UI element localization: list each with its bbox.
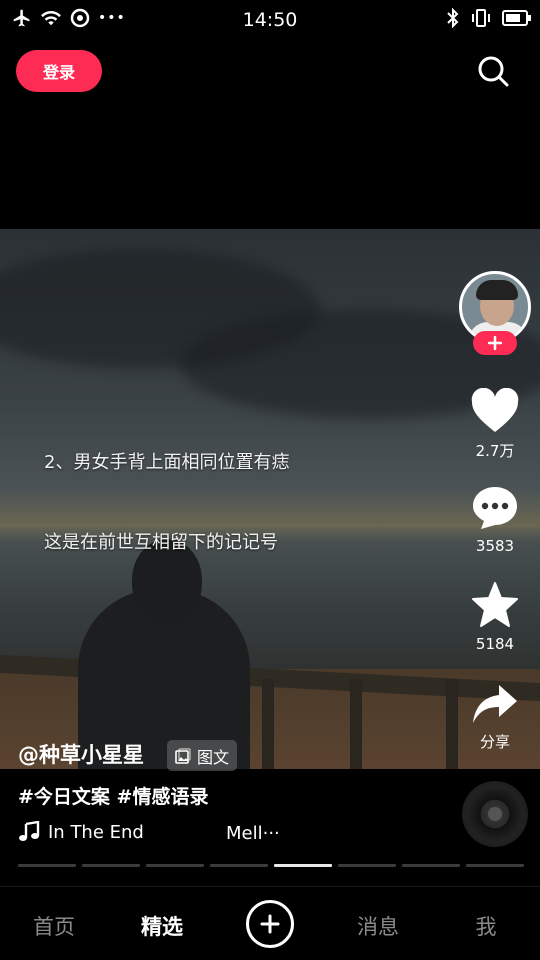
author-name[interactable]: @种草小星星 [18,739,144,769]
status-bar: ••• 14:50 [0,0,540,40]
rail-post [350,679,362,769]
login-button[interactable]: 登录 [16,50,102,92]
bottom-nav: 首页 精选 消息 我 [0,886,540,960]
progress-segment [338,864,396,867]
favorite-button[interactable]: 5184 [468,581,522,653]
overlay-line-1: 2、男女手背上面相同位置有痣 [44,452,290,473]
progress-segment [466,864,524,867]
progress-segment [146,864,204,867]
like-button[interactable]: 2.7万 [468,387,522,461]
rail-post [262,679,274,769]
search-icon[interactable] [476,54,510,88]
progress-segment [82,864,140,867]
post-type-label: 图文 [197,747,230,767]
progress-segment [18,864,76,867]
share-arrow-icon [473,685,517,723]
comment-count: 3583 [475,537,515,555]
share-label: 分享 [479,733,510,751]
comment-button[interactable]: 3583 [468,485,522,555]
music-artist: Mell··· [226,823,280,844]
avatar-hair [476,280,518,300]
plus-icon [488,336,502,350]
share-button[interactable]: 分享 [468,683,522,752]
star-icon [472,582,518,627]
music-title: In The End [48,821,144,843]
image-icon [175,747,191,764]
nav-home[interactable]: 首页 [14,911,94,941]
comment-icon [473,487,517,529]
favorite-count: 5184 [475,635,515,653]
plus-icon [260,914,280,934]
nav-me[interactable]: 我 [446,911,526,941]
heart-icon [471,387,519,432]
nav-featured[interactable]: 精选 [122,911,202,941]
bluetooth-icon [447,8,459,28]
music-info[interactable]: In The End Mell··· [18,821,280,844]
post-type-tag: 图文 [167,740,238,771]
post-description[interactable]: #今日文案 #情感语录 [18,782,208,809]
nav-messages[interactable]: 消息 [338,911,418,941]
progress-segment [210,864,268,867]
follow-button[interactable] [473,331,517,355]
like-count: 2.7万 [475,442,515,460]
progress-segment [274,864,332,867]
create-post-button[interactable] [246,900,294,948]
overlay-line-2: 这是在前世互相留下的记记号 [44,532,278,553]
rail-post [446,679,458,769]
battery-icon [502,10,531,26]
music-note-icon [19,821,40,841]
vibrate-icon [472,9,490,27]
progress-segment [402,864,460,867]
music-disc-icon[interactable] [462,781,528,847]
carousel-progress [18,864,524,867]
status-right-icons [446,8,532,28]
